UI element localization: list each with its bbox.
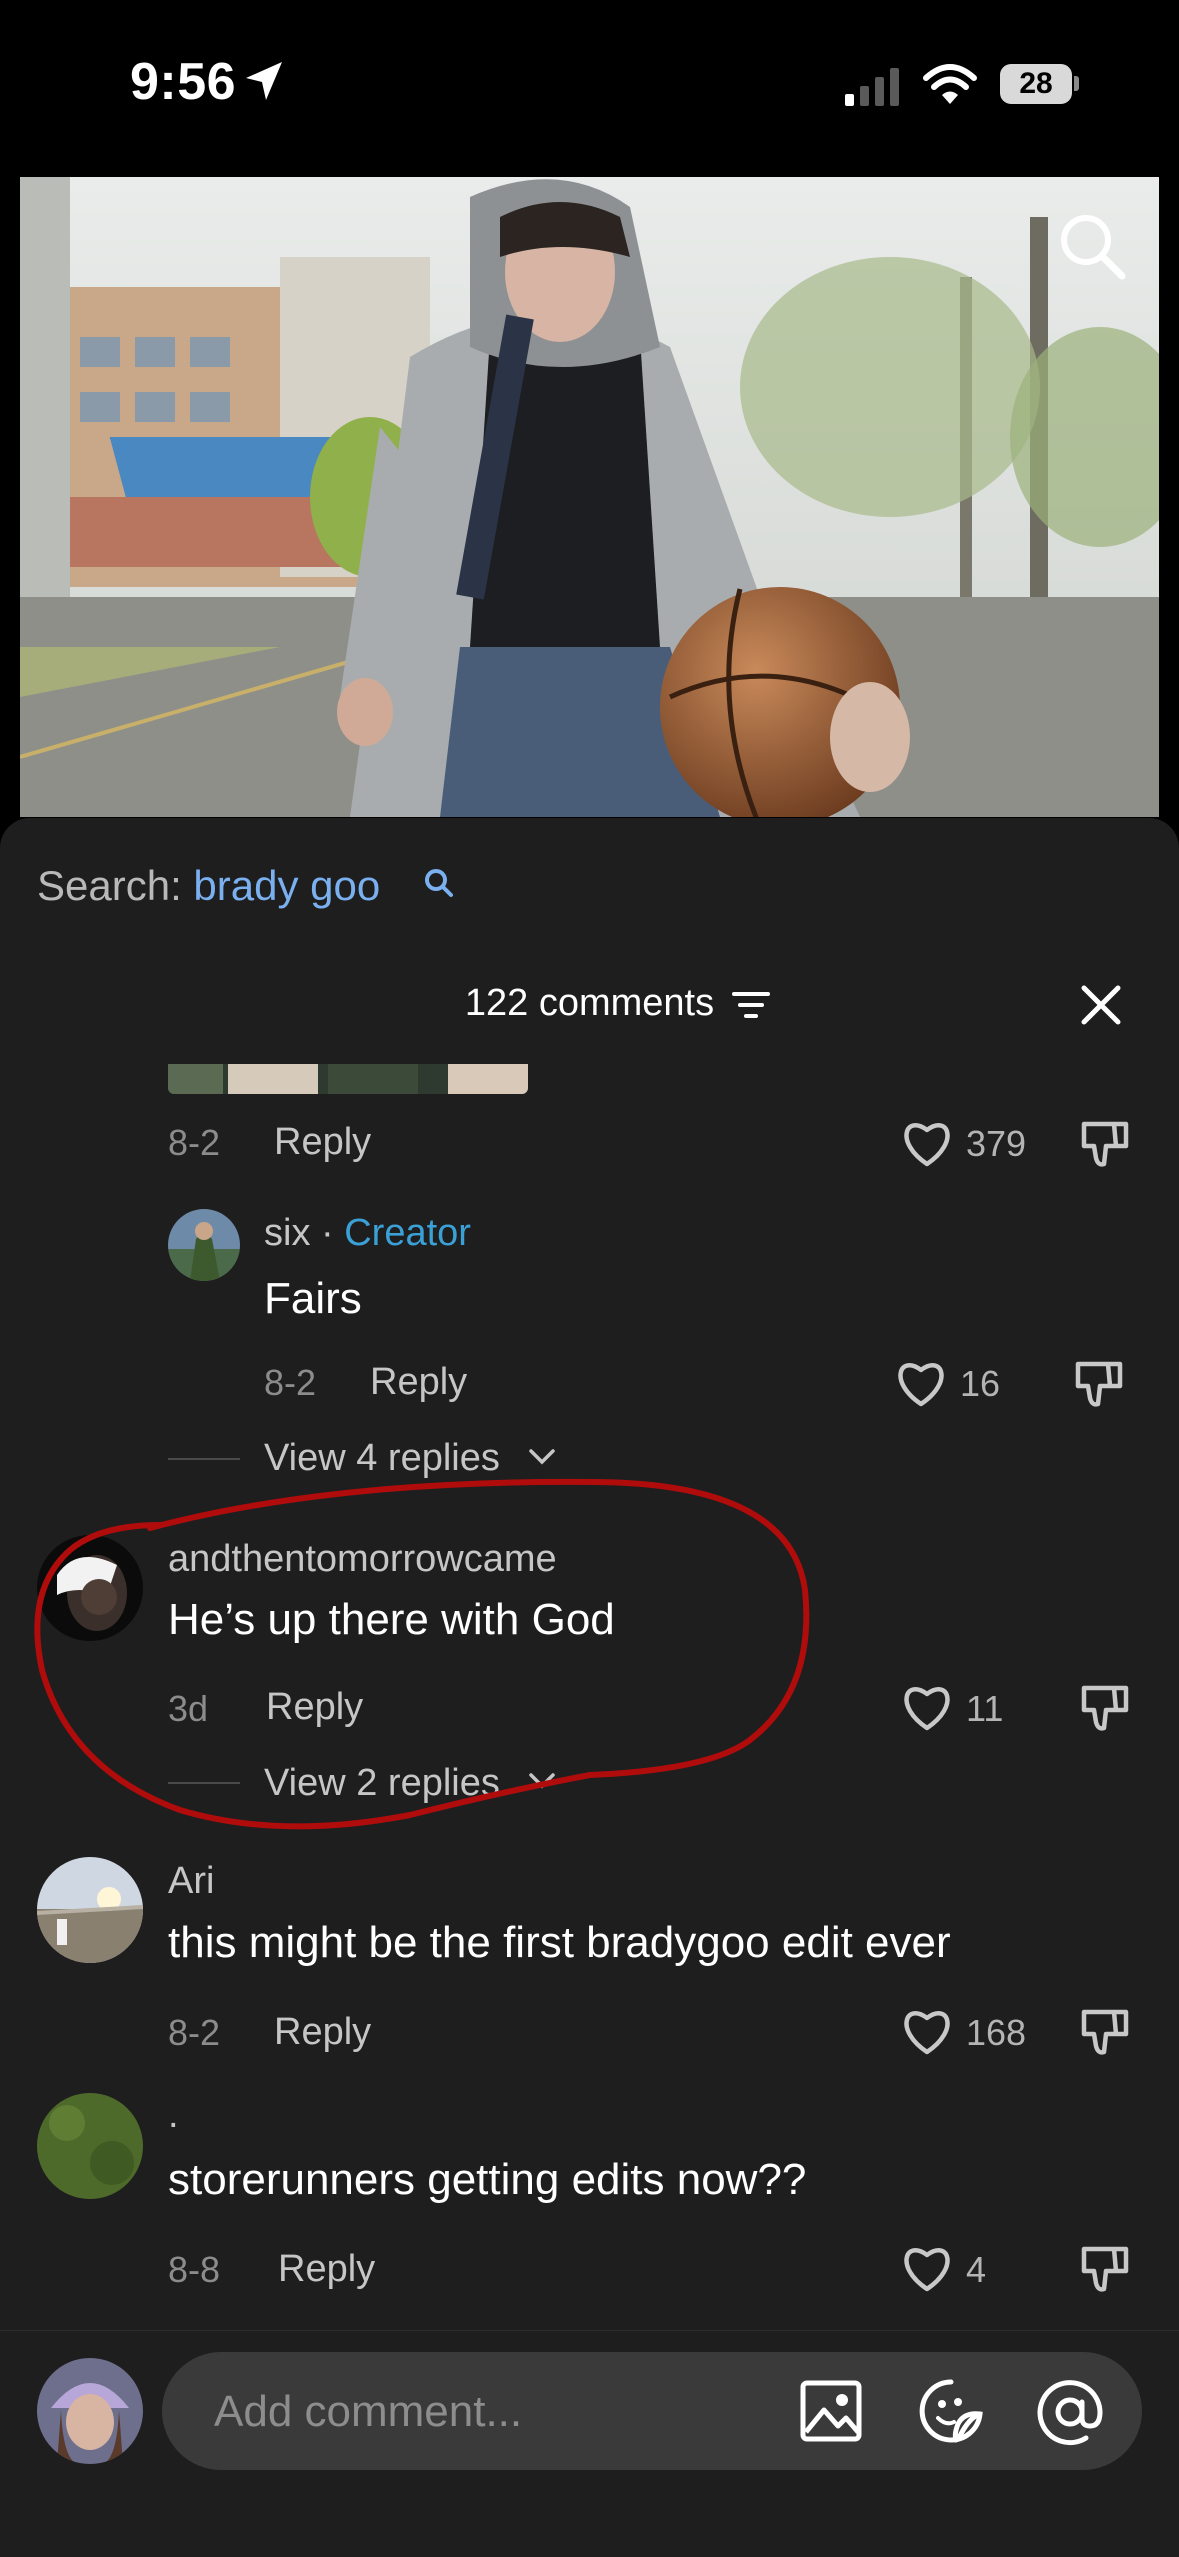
creator-badge: Creator	[344, 1212, 471, 1254]
view-replies-divider	[168, 1458, 240, 1460]
my-avatar[interactable]	[37, 2358, 143, 2464]
avatar-image	[37, 1857, 143, 1963]
comment-text: Fairs	[264, 1274, 362, 1323]
like-count: 168	[966, 2012, 1027, 2053]
like-heart-icon[interactable]	[894, 1358, 948, 1408]
comment-username[interactable]: .	[168, 2094, 179, 2137]
comment-date: 8-2	[168, 1122, 221, 1163]
search-term-icon	[425, 869, 453, 897]
chevron-down-icon	[529, 1449, 555, 1465]
video-player[interactable]	[20, 177, 1159, 817]
comment-date: 8-2	[168, 2012, 221, 2053]
mention-icon[interactable]	[1036, 2378, 1104, 2446]
like-heart-icon[interactable]	[900, 2006, 954, 2056]
dislike-icon[interactable]	[1080, 1682, 1130, 1734]
location-arrow-icon	[246, 62, 282, 100]
avatar[interactable]	[168, 1209, 240, 1281]
avatar-image	[37, 2093, 143, 2199]
image-icon[interactable]	[800, 2380, 862, 2442]
comments-count: 122 comments	[0, 982, 1179, 1025]
comment-text: this might be the first bradygoo edit ev…	[168, 1918, 951, 1967]
avatar-image	[37, 2358, 143, 2464]
sticker-icon[interactable]	[918, 2378, 984, 2444]
video-frame-illustration	[20, 177, 1159, 817]
like-count: 16	[960, 1363, 1001, 1404]
comment-image-preview[interactable]	[168, 1064, 528, 1094]
like-heart-icon[interactable]	[900, 1682, 954, 1732]
battery-tip	[1074, 76, 1079, 91]
comment-date: 8-8	[168, 2249, 221, 2290]
avatar[interactable]	[37, 1857, 143, 1963]
sort-filter-icon[interactable]	[732, 990, 770, 1020]
search-term[interactable]: brady goo	[193, 862, 380, 909]
comment-text: storerunners getting edits now??	[168, 2155, 807, 2204]
cellular-signal-icon	[845, 68, 899, 106]
reply-button[interactable]: Reply	[370, 1361, 467, 1404]
comment-date: 8-2	[264, 1362, 317, 1403]
reply-button[interactable]: Reply	[278, 2248, 375, 2291]
red-annotation-circle	[34, 1478, 810, 1830]
battery-indicator: 28	[1000, 64, 1072, 104]
reply-button[interactable]: Reply	[274, 2011, 371, 2054]
search-icon[interactable]	[1058, 212, 1128, 282]
dislike-icon[interactable]	[1080, 2243, 1130, 2295]
avatar[interactable]	[37, 2093, 143, 2199]
like-heart-icon[interactable]	[900, 2243, 954, 2293]
username-text[interactable]: six	[264, 1212, 310, 1254]
status-time: 9:56	[130, 53, 237, 111]
comment-input-placeholder[interactable]: Add comment...	[214, 2387, 522, 2437]
search-suggestion[interactable]: Search: brady goo	[37, 862, 380, 910]
search-prefix: Search:	[37, 862, 194, 909]
like-count: 11	[966, 1688, 1004, 1729]
wifi-icon	[923, 64, 977, 104]
dislike-icon[interactable]	[1074, 1358, 1124, 1410]
username-separator: ·	[310, 1212, 345, 1254]
comment-username[interactable]: six · Creator	[264, 1212, 471, 1255]
close-icon[interactable]	[1080, 984, 1122, 1026]
reply-button[interactable]: Reply	[274, 1121, 371, 1164]
comment-image-thumbnail	[168, 1064, 528, 1094]
comments-count-label: 122 comments	[464, 982, 715, 1024]
dislike-icon[interactable]	[1080, 2006, 1130, 2058]
like-count: 379	[966, 1123, 1027, 1164]
like-heart-icon[interactable]	[900, 1118, 954, 1168]
dislike-icon[interactable]	[1080, 1118, 1130, 1170]
like-count: 4	[966, 2249, 987, 2290]
comment-username[interactable]: Ari	[168, 1860, 214, 1903]
avatar-image	[168, 1209, 240, 1281]
